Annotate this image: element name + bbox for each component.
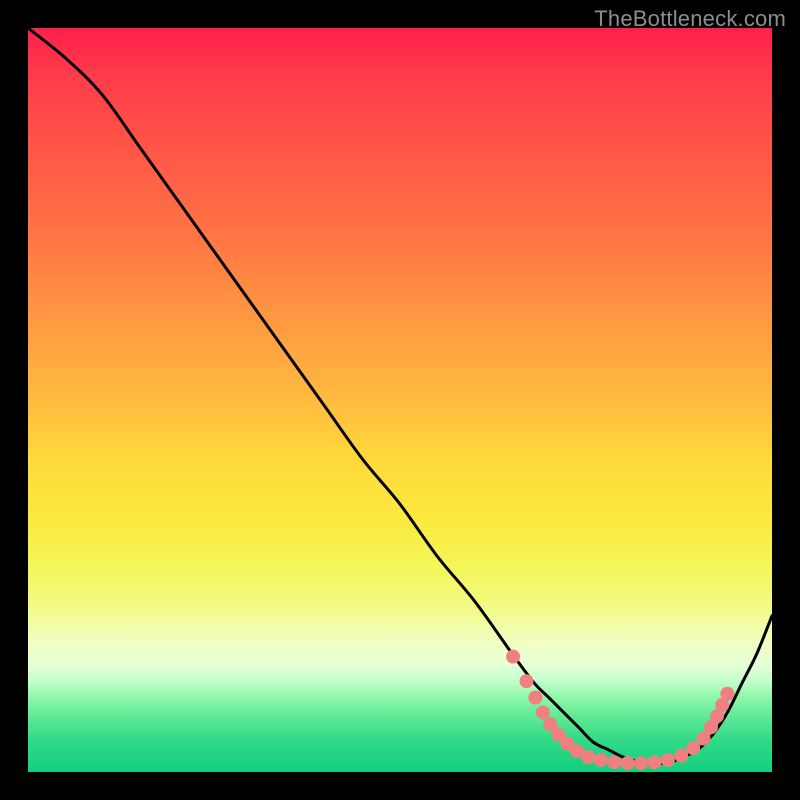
data-marker [506,650,520,664]
data-marker [519,674,533,688]
data-marker [607,755,621,769]
data-marker [674,749,688,763]
chart-stage: TheBottleneck.com [0,0,800,800]
data-marker [720,687,734,701]
data-marker [528,691,542,705]
data-marker [621,756,635,770]
bottleneck-curve [28,28,772,764]
data-marker [647,755,661,769]
data-marker [581,750,595,764]
data-marker [661,753,675,767]
attribution-label: TheBottleneck.com [594,6,786,32]
chart-svg [28,28,772,772]
data-marker [634,756,648,770]
marker-group [506,650,734,770]
data-marker [594,753,608,767]
data-marker [536,705,550,719]
data-marker [686,741,700,755]
plot-area [28,28,772,772]
